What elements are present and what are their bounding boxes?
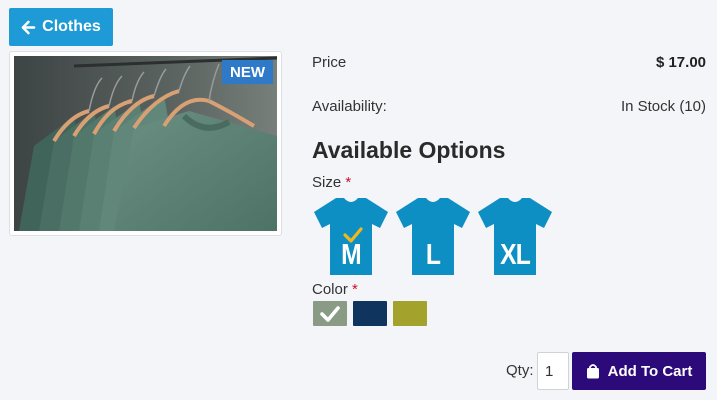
size-label: Size [312,174,342,191]
add-to-cart-button[interactable]: Add To Cart [572,352,706,390]
price-value: $ 17.00 [655,54,706,71]
price-label: Price [312,54,347,71]
availability-value: In Stock (10) [620,98,706,115]
color-swatch-olive[interactable] [393,301,427,326]
add-to-cart-label: Add To Cart [607,362,693,380]
back-to-clothes-button[interactable]: Clothes [9,8,113,46]
arrow-left-icon [21,20,36,34]
shopping-bag-icon [586,364,599,379]
size-option-m[interactable]: M [314,196,388,276]
required-marker: * [352,281,358,298]
size-option-label: XL [500,239,531,271]
size-option-l[interactable]: L [396,196,470,276]
price-row: Price $ 17.00 [312,54,706,71]
new-badge: NEW [222,60,273,84]
color-label: Color [312,281,348,298]
product-photo: NEW [14,56,277,231]
available-options-title: Available Options [312,137,506,163]
product-image[interactable]: NEW [9,51,282,236]
required-marker: * [345,174,352,191]
color-swatch-sage[interactable] [313,301,347,326]
qty-label: Qty: [506,362,534,379]
size-option-xl[interactable]: XL [478,196,552,276]
color-options [313,301,427,326]
size-options: M L XL [314,196,552,276]
color-label-row: Color * [312,281,358,298]
availability-label: Availability: [312,98,387,115]
check-icon [320,305,340,322]
availability-row: Availability: In Stock (10) [312,98,706,115]
back-button-label: Clothes [42,18,101,35]
size-option-label: L [425,239,441,271]
quantity-input[interactable] [537,352,569,390]
size-label-row: Size * [312,174,351,191]
color-swatch-navy[interactable] [353,301,387,326]
size-option-label: M [341,239,362,271]
